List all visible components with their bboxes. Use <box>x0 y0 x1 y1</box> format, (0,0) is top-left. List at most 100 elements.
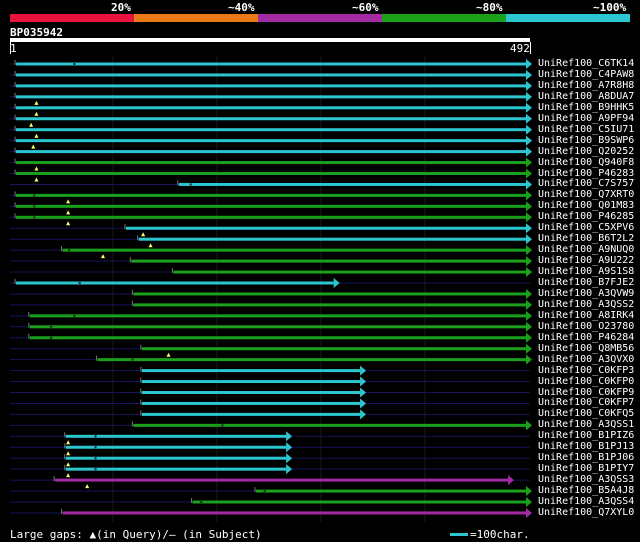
hit-label[interactable]: UniRef100_Q8MB56 <box>538 343 634 354</box>
hit-arrowhead <box>526 80 532 91</box>
hit-label[interactable]: UniRef100_B5A4J8 <box>538 485 634 496</box>
hit-label[interactable]: UniRef100_B9SWP6 <box>538 135 634 146</box>
hit-label[interactable]: UniRef100_B7FJE2 <box>538 277 634 288</box>
hit-label[interactable]: UniRef100_B9HHK5 <box>538 102 634 113</box>
hit-label[interactable]: UniRef100_B6T2L2 <box>538 233 634 244</box>
hit-bar <box>65 456 287 460</box>
query-gap-marker <box>34 111 39 116</box>
hit-label[interactable]: UniRef100_C5XPV6 <box>538 222 634 233</box>
hit-label[interactable]: UniRef100_C5IU71 <box>538 124 634 135</box>
hit-arrowhead <box>526 201 532 212</box>
hit-label[interactable]: UniRef100_A3QVX0 <box>538 354 634 365</box>
hit-bar <box>138 237 526 241</box>
hit-label[interactable]: UniRef100_C0KFP3 <box>538 365 634 376</box>
hit-arrowhead <box>360 376 367 387</box>
hit-bar <box>173 270 526 274</box>
hit-label[interactable]: UniRef100_Q940F8 <box>538 157 634 168</box>
hit-label[interactable]: UniRef100_Q7XRT0 <box>538 189 634 200</box>
hit-bar <box>141 412 361 416</box>
hit-arrowhead <box>526 223 532 234</box>
hit-label[interactable]: UniRef100_Q7XYL0 <box>538 507 634 518</box>
hit-label[interactable]: UniRef100_C7S757 <box>538 178 634 189</box>
hit-arrowhead <box>508 475 515 486</box>
hit-label[interactable]: UniRef100_P46284 <box>538 332 634 343</box>
hit-arrowhead <box>526 267 532 278</box>
subject-gap-mark <box>73 63 76 65</box>
hit-label[interactable]: UniRef100_C0KFP0 <box>538 376 634 387</box>
hit-arrowhead <box>526 332 532 343</box>
hit-bar <box>192 500 526 504</box>
hit-bar <box>62 248 526 252</box>
hit-arrowhead <box>526 321 532 332</box>
hit-label[interactable]: UniRef100_A9PF94 <box>538 113 634 124</box>
hit-arrowhead <box>526 343 532 354</box>
hit-label[interactable]: UniRef100_A9S1S8 <box>538 266 634 277</box>
hit-bar <box>65 467 287 471</box>
hit-arrowhead <box>526 256 532 267</box>
hit-bar <box>133 292 527 296</box>
hit-label[interactable]: UniRef100_P46283 <box>538 168 634 179</box>
hit-bar <box>141 347 526 351</box>
hit-bar <box>16 139 526 143</box>
hit-label[interactable]: UniRef100_A9NUQ0 <box>538 244 634 255</box>
hit-arrowhead <box>286 442 293 453</box>
query-gap-marker <box>66 210 71 215</box>
hit-label[interactable]: UniRef100_A3QVW9 <box>538 288 634 299</box>
subject-gap-mark <box>189 183 192 186</box>
subject-gap-mark <box>94 457 97 460</box>
hit-label[interactable]: UniRef100_B1PJ06 <box>538 452 634 463</box>
hit-bar <box>55 478 509 482</box>
hit-label[interactable]: UniRef100_A3QSS2 <box>538 299 634 310</box>
hit-bar <box>16 128 526 132</box>
hit-label[interactable]: UniRef100_A8DUA7 <box>538 91 634 102</box>
hit-label[interactable]: UniRef100_C0KFP7 <box>538 397 634 408</box>
subject-gap-mark <box>221 424 224 427</box>
subject-gap-mark <box>73 314 76 317</box>
hit-bar <box>141 391 361 394</box>
hit-label[interactable]: UniRef100_C0KFQ5 <box>538 408 634 419</box>
scale-label: =100char. <box>470 528 530 541</box>
hit-label[interactable]: UniRef100_A9U222 <box>538 255 634 266</box>
hit-label[interactable]: UniRef100_B1PJ13 <box>538 441 634 452</box>
hit-label[interactable]: UniRef100_P46285 <box>538 211 634 222</box>
hit-label[interactable]: UniRef100_C4PAW8 <box>538 69 634 80</box>
hit-label[interactable]: UniRef100_A3QSS3 <box>538 474 634 485</box>
hit-bar <box>16 204 526 208</box>
hit-label[interactable]: UniRef100_C0KFP9 <box>538 387 634 398</box>
hit-arrowhead <box>333 278 340 288</box>
subject-gap-mark <box>50 336 53 339</box>
query-gap-marker <box>34 100 39 105</box>
hit-label[interactable]: UniRef100_A7R8H8 <box>538 80 634 91</box>
query-gap-marker <box>34 166 39 171</box>
hit-label[interactable]: UniRef100_A8IRK4 <box>538 310 634 321</box>
hit-arrowhead <box>526 91 532 102</box>
hit-label[interactable]: UniRef100_Q20252 <box>538 146 634 157</box>
hit-label[interactable]: UniRef100_C6TK14 <box>538 58 634 69</box>
hit-label[interactable]: UniRef100_A3QSS1 <box>538 419 634 430</box>
hit-bar <box>97 358 526 362</box>
subject-gap-mark <box>78 282 81 284</box>
hit-arrowhead <box>286 464 293 475</box>
hit-arrowhead <box>526 212 532 223</box>
hit-arrowhead <box>526 288 532 299</box>
hit-label[interactable]: UniRef100_B1PIY7 <box>538 463 634 474</box>
hit-bar <box>16 62 526 66</box>
subject-gap-mark <box>33 194 36 197</box>
hit-bar <box>16 161 526 165</box>
hit-arrowhead <box>526 146 532 157</box>
hit-arrowhead <box>526 135 532 146</box>
hit-bar <box>178 182 526 186</box>
hit-bar <box>62 511 526 515</box>
hit-label[interactable]: UniRef100_B1PIZ6 <box>538 430 634 441</box>
hit-bar <box>16 172 526 175</box>
subject-gap-mark <box>50 325 53 328</box>
hit-bar <box>16 73 526 77</box>
hit-label[interactable]: UniRef100_A3QSS4 <box>538 496 634 507</box>
hit-bar <box>141 369 361 373</box>
query-gap-marker <box>85 484 90 489</box>
scale-swatch <box>450 533 468 536</box>
hit-label[interactable]: UniRef100_O23780 <box>538 321 634 332</box>
hit-bar <box>29 314 526 318</box>
hit-label[interactable]: UniRef100_Q01M83 <box>538 200 634 211</box>
hit-arrowhead <box>286 431 293 442</box>
